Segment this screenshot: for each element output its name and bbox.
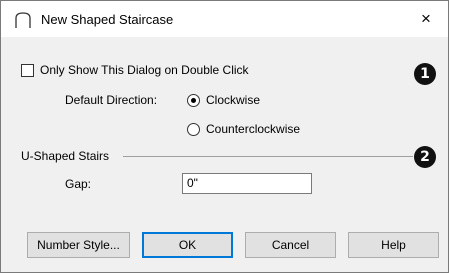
u-shaped-stairs-group-label: U-Shaped Stairs <box>21 149 110 163</box>
gap-input[interactable]: 0" <box>182 173 312 194</box>
dialog-title: New Shaped Staircase <box>41 12 174 27</box>
radio-button-counterclockwise[interactable] <box>187 122 200 136</box>
staircase-arch-icon <box>15 12 31 28</box>
help-button[interactable]: Help <box>348 232 439 258</box>
number-style-button[interactable]: Number Style... <box>27 232 130 258</box>
radio-counterclockwise-label: Counterclockwise <box>206 122 301 136</box>
radio-button-clockwise[interactable] <box>187 93 200 107</box>
close-button[interactable]: × <box>404 1 448 37</box>
ok-button[interactable]: OK <box>142 232 233 258</box>
callout-badge-2: 2 <box>414 146 436 168</box>
gap-label: Gap: <box>65 177 92 191</box>
double-click-checkbox[interactable] <box>21 63 34 77</box>
dialog-window: New Shaped Staircase × Only Show This Di… <box>0 0 449 273</box>
default-direction-label: Default Direction: <box>65 93 158 107</box>
radio-clockwise[interactable]: Clockwise <box>187 93 260 107</box>
group-divider <box>123 156 413 157</box>
radio-clockwise-label: Clockwise <box>206 93 261 107</box>
radio-counterclockwise[interactable]: Counterclockwise <box>187 122 300 136</box>
title-bar: New Shaped Staircase × <box>1 1 448 37</box>
double-click-option[interactable]: Only Show This Dialog on Double Click <box>21 63 249 77</box>
cancel-button[interactable]: Cancel <box>245 232 336 258</box>
double-click-label: Only Show This Dialog on Double Click <box>40 63 249 77</box>
callout-badge-1: 1 <box>414 63 436 85</box>
